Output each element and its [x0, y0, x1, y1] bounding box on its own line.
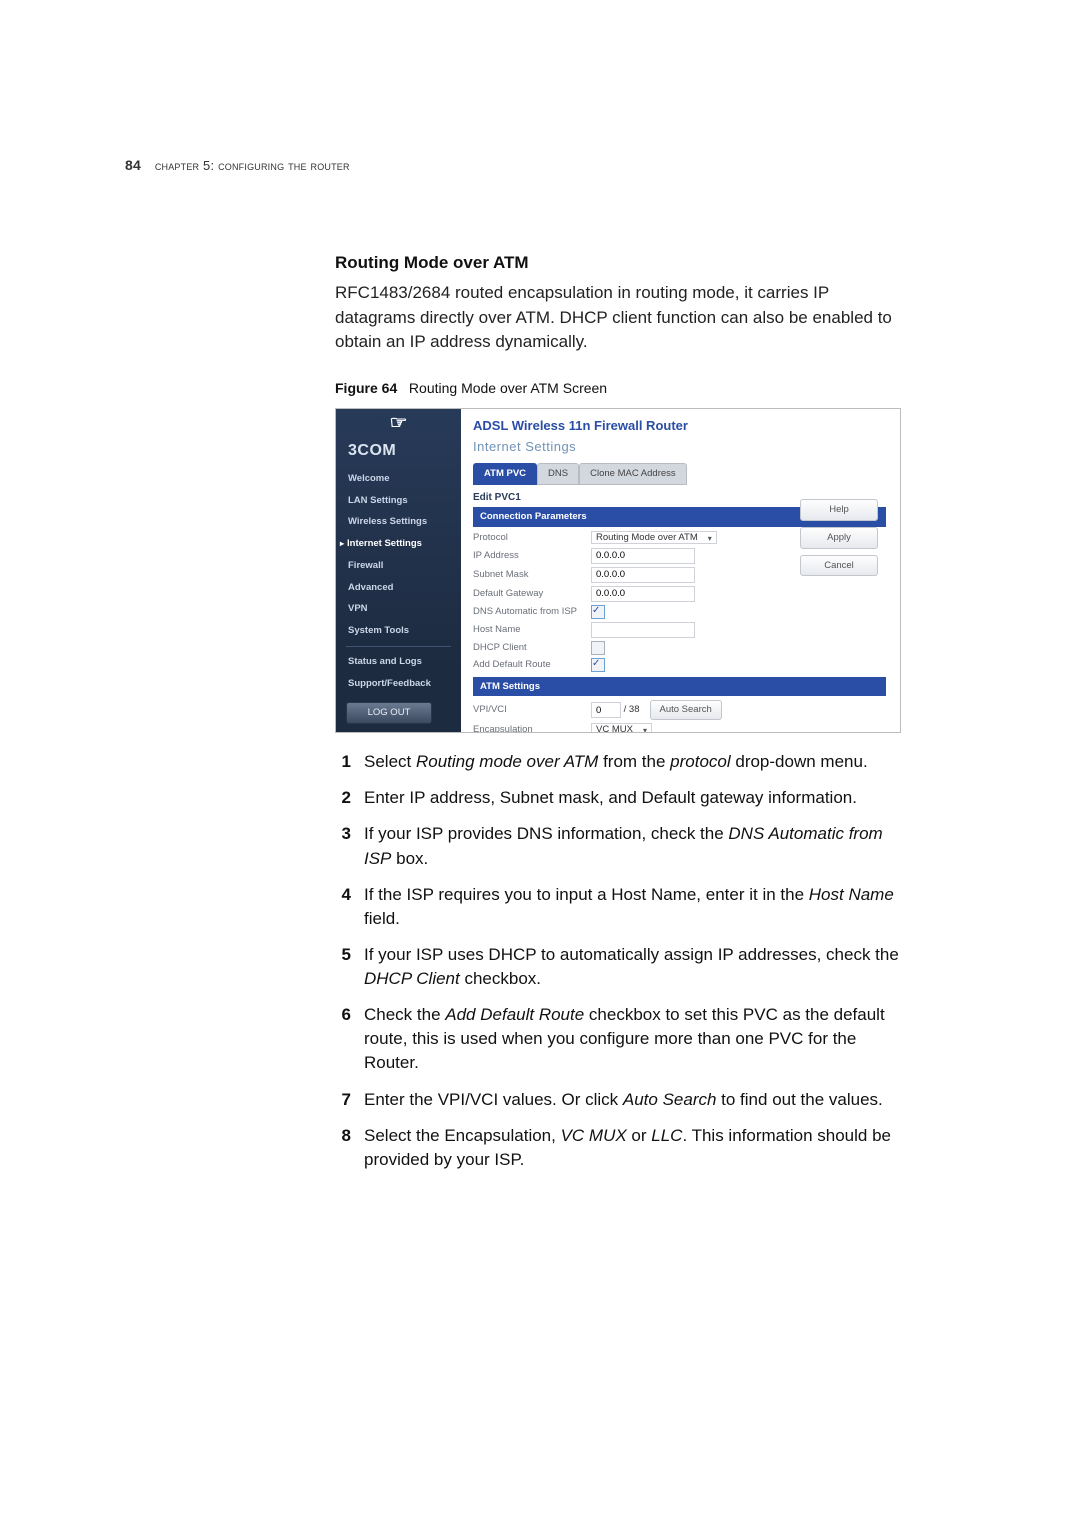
step-5: 5 If your ISP uses DHCP to automatically…	[335, 943, 901, 991]
protocol-select-wrap[interactable]: Routing Mode over ATM	[591, 531, 717, 545]
main-panel: ADSL Wireless 11n Firewall Router Intern…	[461, 409, 900, 732]
tab-atm-pvc[interactable]: ATM PVC	[473, 463, 537, 485]
product-title: ADSL Wireless 11n Firewall Router	[473, 417, 886, 436]
sidebar-item-lan[interactable]: LAN Settings	[336, 490, 461, 512]
page: 84 Chapter 5: Configuring the Router Rou…	[0, 0, 1080, 1527]
tab-dns[interactable]: DNS	[537, 463, 579, 485]
figure-text: Routing Mode over ATM Screen	[409, 380, 607, 396]
vpi-input[interactable]	[591, 702, 621, 718]
step-2: 2 Enter IP address, Subnet mask, and Def…	[335, 786, 901, 810]
step-1: 1 Select Routing mode over ATM from the …	[335, 750, 901, 774]
right-buttons: Help Apply Cancel	[800, 499, 878, 576]
dns-auto-checkbox[interactable]	[591, 605, 605, 619]
default-route-label: Add Default Route	[473, 658, 591, 672]
page-subtitle: Internet Settings	[473, 438, 886, 457]
vpivci-label: VPI/VCI	[473, 703, 591, 717]
step-num: 8	[335, 1124, 351, 1172]
apply-button[interactable]: Apply	[800, 527, 878, 549]
step-text: Check the Add Default Route checkbox to …	[364, 1003, 901, 1075]
tab-clone-mac[interactable]: Clone MAC Address	[579, 463, 687, 485]
subnet-label: Subnet Mask	[473, 568, 591, 582]
brand-text: 3COM	[336, 439, 461, 468]
step-num: 7	[335, 1088, 351, 1112]
sidebar-item-wireless[interactable]: Wireless Settings	[336, 511, 461, 533]
step-6: 6 Check the Add Default Route checkbox t…	[335, 1003, 901, 1075]
encaps-label: Encapsulation	[473, 723, 591, 733]
step-8: 8 Select the Encapsulation, VC MUX or LL…	[335, 1124, 901, 1172]
protocol-select[interactable]: Routing Mode over ATM	[591, 531, 717, 544]
row-dhcp: DHCP Client	[473, 641, 886, 655]
sidebar-item-status[interactable]: Status and Logs	[336, 651, 461, 673]
row-dns-auto: DNS Automatic from ISP	[473, 605, 886, 619]
section-paragraph: RFC1483/2684 routed encapsulation in rou…	[335, 281, 901, 353]
page-number: 84	[125, 155, 151, 175]
sidebar: ☞ 3COM Welcome LAN Settings Wireless Set…	[336, 409, 461, 732]
step-num: 6	[335, 1003, 351, 1075]
auto-search-button[interactable]: Auto Search	[650, 700, 722, 720]
sidebar-item-firewall[interactable]: Firewall	[336, 555, 461, 577]
row-hostname: Host Name	[473, 622, 886, 638]
row-default-route: Add Default Route	[473, 658, 886, 672]
sidebar-item-support[interactable]: Support/Feedback	[336, 673, 461, 695]
tab-bar: ATM PVC DNS Clone MAC Address	[473, 463, 886, 485]
sidebar-item-internet[interactable]: Internet Settings	[336, 533, 461, 555]
step-text: Enter the VPI/VCI values. Or click Auto …	[364, 1088, 883, 1112]
step-text: If the ISP requires you to input a Host …	[364, 883, 901, 931]
chapter-header: 84 Chapter 5: Configuring the Router	[125, 155, 932, 176]
sidebar-item-welcome[interactable]: Welcome	[336, 468, 461, 490]
cancel-button[interactable]: Cancel	[800, 555, 878, 577]
subnet-input[interactable]	[591, 567, 695, 583]
ip-input[interactable]	[591, 548, 695, 564]
step-3: 3 If your ISP provides DNS information, …	[335, 822, 901, 870]
step-text: Enter IP address, Subnet mask, and Defau…	[364, 786, 857, 810]
hostname-input[interactable]	[591, 622, 695, 638]
figure-label: Figure 64	[335, 380, 397, 396]
sidebar-item-vpn[interactable]: VPN	[336, 598, 461, 620]
step-text: Select Routing mode over ATM from the pr…	[364, 750, 868, 774]
encaps-select-wrap[interactable]: VC MUX	[591, 723, 652, 733]
sidebar-item-systools[interactable]: System Tools	[336, 620, 461, 642]
step-num: 5	[335, 943, 351, 991]
step-4: 4 If the ISP requires you to input a Hos…	[335, 883, 901, 931]
protocol-label: Protocol	[473, 531, 591, 545]
body-column: Routing Mode over ATM RFC1483/2684 route…	[335, 251, 901, 1172]
step-text: If your ISP uses DHCP to automatically a…	[364, 943, 901, 991]
screenshot: ▴ ☞ 3COM Welcome LAN Settings Wireless S…	[335, 408, 901, 733]
default-route-checkbox[interactable]	[591, 658, 605, 672]
dhcp-label: DHCP Client	[473, 641, 591, 655]
section-title: Routing Mode over ATM	[335, 251, 901, 276]
dns-auto-label: DNS Automatic from ISP	[473, 605, 591, 619]
gateway-input[interactable]	[591, 586, 695, 602]
step-num: 3	[335, 822, 351, 870]
step-num: 1	[335, 750, 351, 774]
row-gateway: Default Gateway	[473, 586, 886, 602]
help-button[interactable]: Help	[800, 499, 878, 521]
vci-value: / 38	[624, 703, 640, 717]
figure-caption: Figure 64 Routing Mode over ATM Screen	[335, 378, 901, 398]
logo: ☞	[336, 409, 461, 438]
encaps-select[interactable]: VC MUX	[591, 723, 652, 733]
gateway-label: Default Gateway	[473, 587, 591, 601]
sidebar-item-advanced[interactable]: Advanced	[336, 577, 461, 599]
step-list: 1 Select Routing mode over ATM from the …	[335, 750, 901, 1172]
hostname-label: Host Name	[473, 623, 591, 637]
dhcp-checkbox[interactable]	[591, 641, 605, 655]
step-7: 7 Enter the VPI/VCI values. Or click Aut…	[335, 1088, 901, 1112]
row-vpivci: VPI/VCI / 38 Auto Search	[473, 700, 886, 720]
ip-label: IP Address	[473, 549, 591, 563]
step-num: 2	[335, 786, 351, 810]
chapter-title: Chapter 5: Configuring the Router	[155, 158, 350, 173]
section-bar-atm: ATM Settings	[473, 677, 886, 697]
row-encapsulation: Encapsulation VC MUX	[473, 723, 886, 733]
step-text: If your ISP provides DNS information, ch…	[364, 822, 901, 870]
sidebar-divider	[346, 646, 451, 647]
step-text: Select the Encapsulation, VC MUX or LLC.…	[364, 1124, 901, 1172]
logout-button[interactable]: LOG OUT	[346, 702, 432, 724]
step-num: 4	[335, 883, 351, 931]
logo-icon: ☞	[390, 411, 408, 437]
